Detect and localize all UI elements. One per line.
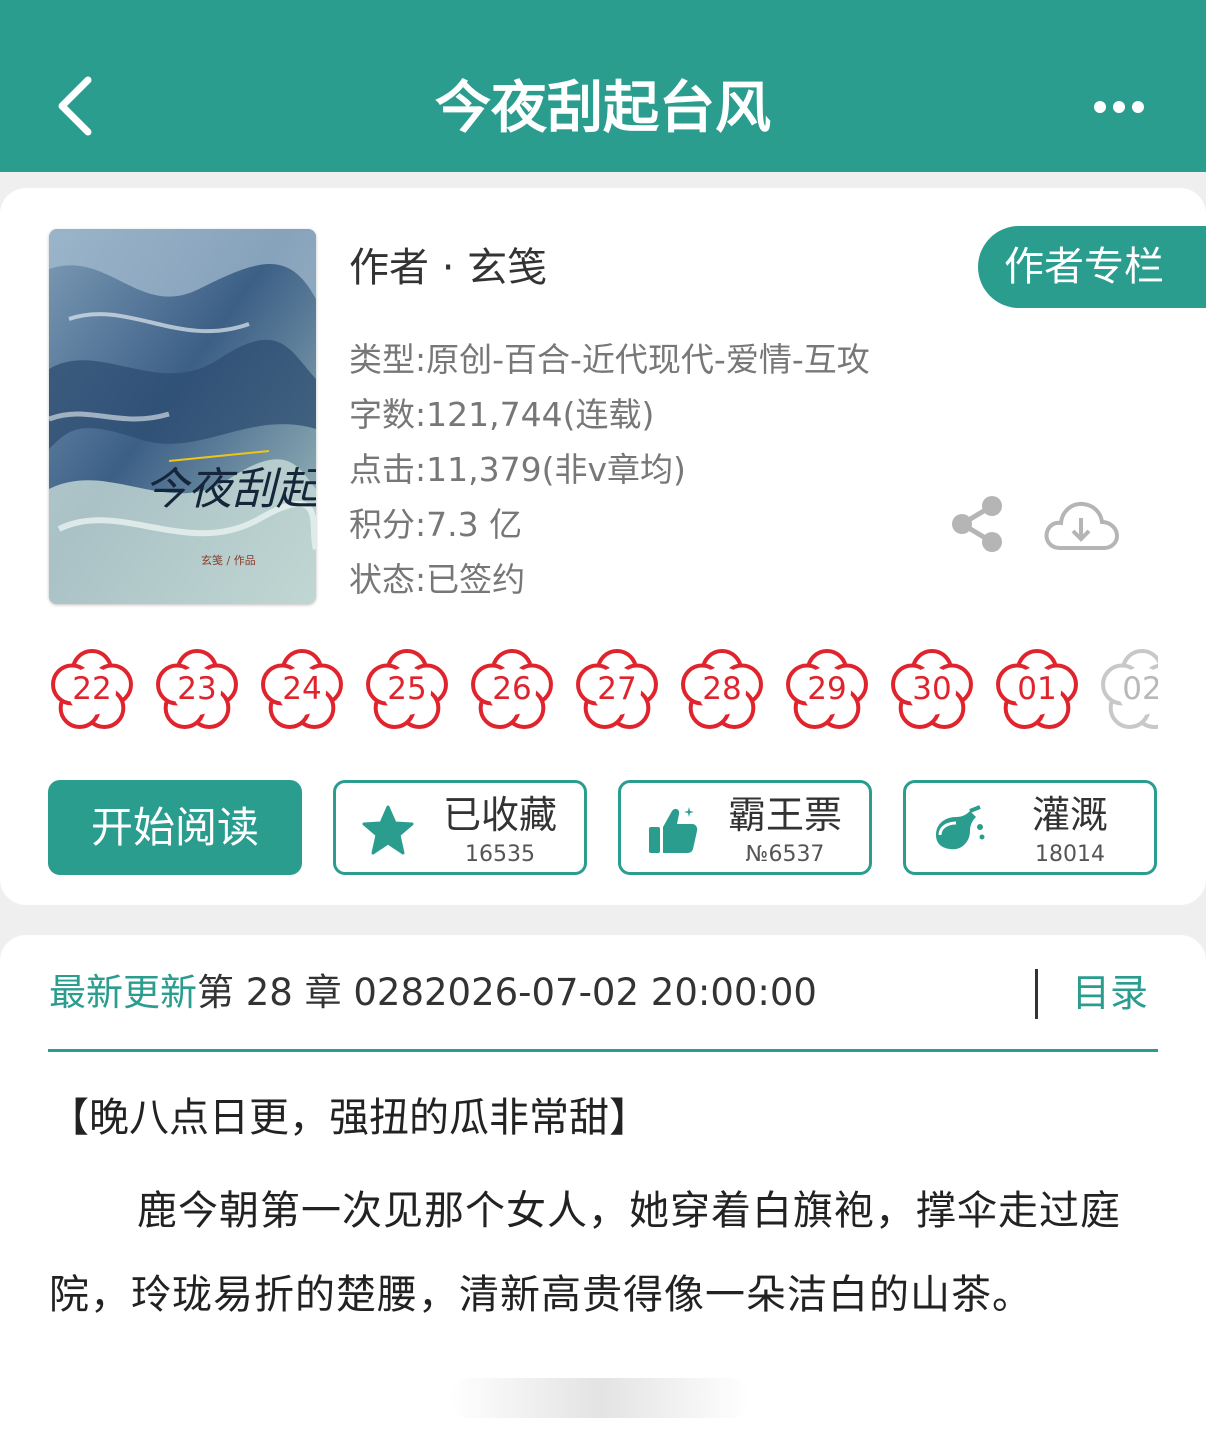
flower-badge-24[interactable]: 24	[256, 643, 348, 735]
flower-badge-label: 26	[492, 671, 532, 707]
flower-badge-25[interactable]: 25	[361, 643, 453, 735]
section-divider	[48, 1049, 1158, 1052]
latest-update-label: 最新更新	[49, 971, 197, 1014]
cover-artwork: 今夜刮起台风 玄笺 / 作品	[49, 229, 316, 604]
collect-button[interactable]: 已收藏 16535	[333, 780, 587, 875]
flower-badge-27[interactable]: 27	[571, 643, 663, 735]
thumbs-up-icon	[649, 807, 698, 853]
flower-badge-01[interactable]: 01	[991, 643, 1083, 735]
share-icon	[952, 496, 1002, 552]
vote-label: 霸王票	[727, 793, 842, 837]
start-reading-button[interactable]: 开始阅读	[48, 780, 302, 875]
vote-button[interactable]: 霸王票 №6537	[618, 780, 872, 875]
table-of-contents-link[interactable]: 目录	[1072, 967, 1148, 1019]
vertical-divider	[1035, 969, 1038, 1019]
flower-badge-26[interactable]: 26	[466, 643, 558, 735]
flower-badge-29[interactable]: 29	[781, 643, 873, 735]
cover-credit-text: 玄笺 / 作品	[201, 553, 256, 567]
star-icon	[362, 805, 414, 855]
summary-card: 最新更新第 28 章 0282026-07-02 20:00:00 目录 【晚八…	[0, 935, 1206, 1430]
watermark	[450, 1378, 750, 1418]
page-title: 今夜刮起台风	[435, 76, 771, 141]
watering-flask-icon	[936, 805, 985, 850]
flower-badge-02[interactable]: 02	[1096, 643, 1158, 735]
latest-chapter-text: 第 28 章 0282026-07-02 20:00:00	[197, 971, 817, 1014]
cloud-download-icon	[1044, 501, 1120, 550]
download-button[interactable]	[1042, 498, 1120, 556]
flower-badge-label: 25	[387, 671, 427, 707]
book-info-card: 今夜刮起台风 玄笺 / 作品 作者 · 玄笺 作者专栏 类型:原创-百合-近代现…	[0, 188, 1206, 905]
water-count: 18014	[1035, 842, 1105, 867]
flower-badge-label: 28	[702, 671, 742, 707]
meta-clicks: 点击:11,379(非v章均)	[349, 450, 686, 489]
latest-update-row[interactable]: 最新更新第 28 章 0282026-07-02 20:00:00	[49, 967, 817, 1019]
flower-badge-label: 22	[72, 671, 112, 707]
top-bar: 今夜刮起台风	[0, 0, 1206, 172]
flower-badge-30[interactable]: 30	[886, 643, 978, 735]
flower-badge-label: 29	[807, 671, 847, 707]
flower-badge-22[interactable]: 22	[46, 643, 138, 735]
more-dots-icon	[1094, 101, 1144, 113]
collect-count: 16535	[465, 842, 535, 867]
cover-title-text: 今夜刮起台风	[144, 464, 316, 515]
author-column-button[interactable]: 作者专栏	[978, 226, 1206, 308]
flower-badge-23[interactable]: 23	[151, 643, 243, 735]
flower-badge-label: 24	[282, 671, 322, 707]
flower-badge-28[interactable]: 28	[676, 643, 768, 735]
water-button[interactable]: 灌溉 18014	[903, 780, 1157, 875]
flower-badge-label: 02	[1122, 671, 1158, 707]
meta-genre: 类型:原创-百合-近代现代-爱情-互攻	[349, 340, 870, 379]
meta-word-count: 字数:121,744(连载)	[349, 395, 655, 434]
description-tagline: 【晚八点日更，强扭的瓜非常甜】	[49, 1095, 649, 1141]
flower-badge-label: 23	[177, 671, 217, 707]
description-summary: 鹿今朝第一次见那个女人，她穿着白旗袍，撑伞走过庭院，玲珑易折的楚腰，清新高贵得像…	[49, 1188, 1121, 1318]
flower-badge-label: 27	[597, 671, 637, 707]
book-cover[interactable]: 今夜刮起台风 玄笺 / 作品	[49, 229, 316, 604]
water-label: 灌溉	[1031, 793, 1108, 837]
vote-count: №6537	[745, 842, 825, 867]
flower-badge-label: 01	[1017, 671, 1057, 707]
meta-status: 状态:已签约	[349, 560, 526, 599]
daily-flower-row: 22 23 24 25 26 27 28 29 30 01 02	[46, 643, 1158, 735]
share-button[interactable]	[948, 494, 1008, 554]
more-button[interactable]	[1090, 92, 1154, 122]
collect-label: 已收藏	[442, 793, 557, 837]
flower-badge-label: 30	[912, 671, 952, 707]
author-name[interactable]: 作者 · 玄笺	[349, 240, 547, 296]
meta-score: 积分:7.3 亿	[349, 505, 523, 544]
